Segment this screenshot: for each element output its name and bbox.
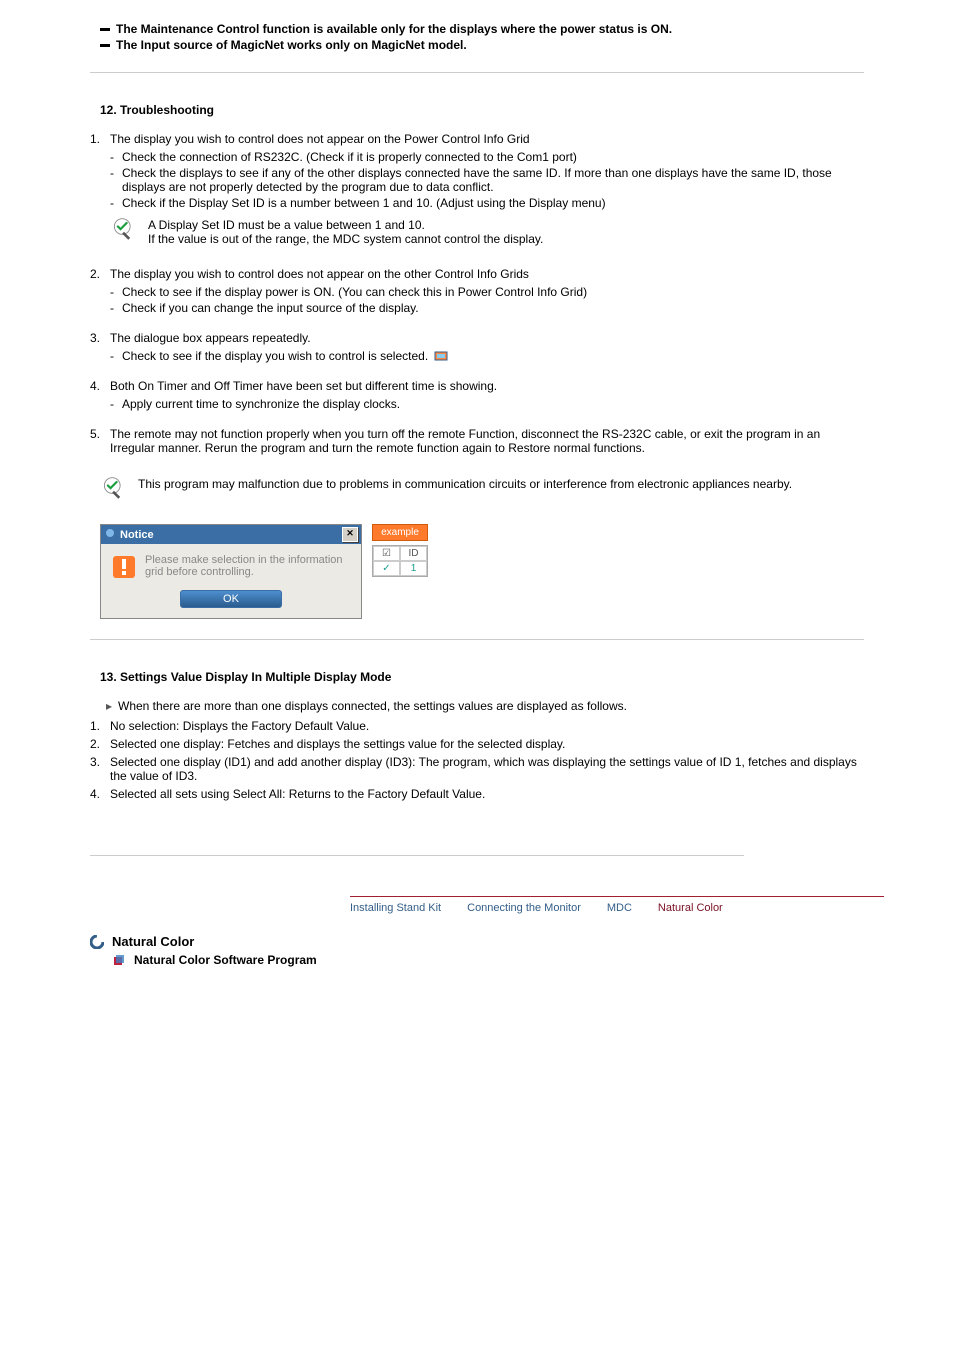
troubleshoot-item-5: 5. The remote may not function properly … <box>90 427 864 455</box>
item-number: 4. <box>90 787 110 801</box>
item-text: The display you wish to control does not… <box>110 267 864 281</box>
sub-item: -Check if you can change the input sourc… <box>110 301 864 315</box>
item-text: The remote may not function properly whe… <box>110 427 864 455</box>
item-text: Selected all sets using Select All: Retu… <box>110 787 864 801</box>
item-text: The dialogue box appears repeatedly. <box>110 331 864 345</box>
note-maintenance: The Maintenance Control function is avai… <box>90 22 864 36</box>
table-header-cell: ☑ <box>373 546 400 561</box>
item-number: 2. <box>90 737 110 751</box>
item-text: Selected one display: Fetches and displa… <box>110 737 864 751</box>
dialog-app-icon <box>104 527 116 542</box>
troubleshoot-item-3: 3. The dialogue box appears repeatedly. <box>90 331 864 345</box>
notice-dialog: Notice ✕ Please make selection in the in… <box>100 524 362 619</box>
bullet-dash-icon <box>100 28 110 31</box>
item-number: 1. <box>90 132 110 146</box>
sub-text: Check to see if the display power is ON.… <box>122 285 864 299</box>
sub-item: -Check the displays to see if any of the… <box>110 166 864 194</box>
check-pencil-icon <box>100 475 130 506</box>
dialog-body: Please make selection in the information… <box>101 544 361 618</box>
section-12-title: 12. Troubleshooting <box>100 103 864 117</box>
item-text: Selected one display (ID1) and add anoth… <box>110 755 864 783</box>
tab-natural-color[interactable]: Natural Color <box>658 902 723 914</box>
item-number: 3. <box>90 331 110 345</box>
table-cell: ✓ <box>373 561 400 576</box>
troubleshoot-item-2: 2. The display you wish to control does … <box>90 267 864 281</box>
item-text: The display you wish to control does not… <box>110 132 864 146</box>
natural-color-heading-text: Natural Color <box>112 934 194 949</box>
sub-item: -Check the connection of RS232C. (Check … <box>110 150 864 164</box>
item-number: 5. <box>90 427 110 455</box>
tab-bar: Installing Stand Kit Connecting the Moni… <box>350 896 864 920</box>
sub-item: - Check to see if the display you wish t… <box>110 349 864 363</box>
tab-mdc[interactable]: MDC <box>607 902 632 914</box>
divider <box>90 639 864 640</box>
item-number: 1. <box>90 719 110 733</box>
sub-text: Check the connection of RS232C. (Check i… <box>122 150 864 164</box>
example-table: ☑ ID ✓ 1 <box>372 545 428 577</box>
note-text: The Input source of MagicNet works only … <box>116 38 467 52</box>
natural-color-icon <box>90 935 104 949</box>
sub-text: Check if the Display Set ID is a number … <box>122 196 864 210</box>
settings-item-3: 3. Selected one display (ID1) and add an… <box>90 755 864 783</box>
settings-item-4: 4. Selected all sets using Select All: R… <box>90 787 864 801</box>
cube-icon <box>112 953 126 967</box>
program-malfunction-note: This program may malfunction due to prob… <box>90 475 864 506</box>
check-pencil-icon <box>110 216 140 247</box>
tab-installing[interactable]: Installing Stand Kit <box>350 902 441 914</box>
sub-item: -Apply current time to synchronize the d… <box>110 397 864 411</box>
arrow-icon: ▸ <box>106 699 118 713</box>
note-text: This program may malfunction due to prob… <box>138 475 864 491</box>
dialog-titlebar: Notice ✕ <box>101 525 361 544</box>
troubleshoot-item-4: 4. Both On Timer and Off Timer have been… <box>90 379 864 393</box>
item-number: 2. <box>90 267 110 281</box>
sub-text: Check if you can change the input source… <box>122 301 864 315</box>
sub-item: -Check to see if the display power is ON… <box>110 285 864 299</box>
natural-color-sub-text: Natural Color Software Program <box>134 953 317 967</box>
bullet-dash-icon <box>100 44 110 47</box>
warning-icon <box>111 554 137 580</box>
note-row: A Display Set ID must be a value between… <box>90 216 864 247</box>
natural-color-heading: Natural Color <box>90 934 864 949</box>
dialog-message-text: Please make selection in the information… <box>145 554 351 578</box>
note-text: The Maintenance Control function is avai… <box>116 22 672 36</box>
dialog-example-area: Notice ✕ Please make selection in the in… <box>100 524 864 619</box>
item-number: 4. <box>90 379 110 393</box>
example-box: example ☑ ID ✓ 1 <box>372 524 428 577</box>
settings-item-1: 1. No selection: Displays the Factory De… <box>90 719 864 733</box>
intro-text: When there are more than one displays co… <box>118 699 627 713</box>
sub-text: Check to see if the display you wish to … <box>122 349 864 363</box>
item-number: 3. <box>90 755 110 783</box>
section-13-title: 13. Settings Value Display In Multiple D… <box>100 670 864 684</box>
intro-arrow-line: ▸ When there are more than one displays … <box>106 699 864 713</box>
sub-text: Apply current time to synchronize the di… <box>122 397 864 411</box>
dialog-title-text: Notice <box>120 529 154 541</box>
divider <box>90 72 864 73</box>
sub-text-inner: Check to see if the display you wish to … <box>122 349 428 363</box>
item-text: Both On Timer and Off Timer have been se… <box>110 379 864 393</box>
troubleshoot-item-1: 1. The display you wish to control does … <box>90 132 864 146</box>
note-text: A Display Set ID must be a value between… <box>148 216 864 246</box>
sub-item: -Check if the Display Set ID is a number… <box>110 196 864 210</box>
note-input-source: The Input source of MagicNet works only … <box>90 38 864 52</box>
table-cell: 1 <box>400 561 427 576</box>
close-icon[interactable]: ✕ <box>342 527 358 542</box>
display-select-icon <box>434 351 448 363</box>
divider <box>90 855 744 856</box>
sub-text: Check the displays to see if any of the … <box>122 166 864 194</box>
table-header-cell: ID <box>400 546 427 561</box>
natural-color-sub: Natural Color Software Program <box>112 953 864 967</box>
settings-item-2: 2. Selected one display: Fetches and dis… <box>90 737 864 751</box>
dialog-message: Please make selection in the information… <box>111 554 351 580</box>
item-text: No selection: Displays the Factory Defau… <box>110 719 864 733</box>
tab-connecting[interactable]: Connecting the Monitor <box>467 902 581 914</box>
example-label: example <box>372 524 428 541</box>
ok-button[interactable]: OK <box>180 590 282 608</box>
